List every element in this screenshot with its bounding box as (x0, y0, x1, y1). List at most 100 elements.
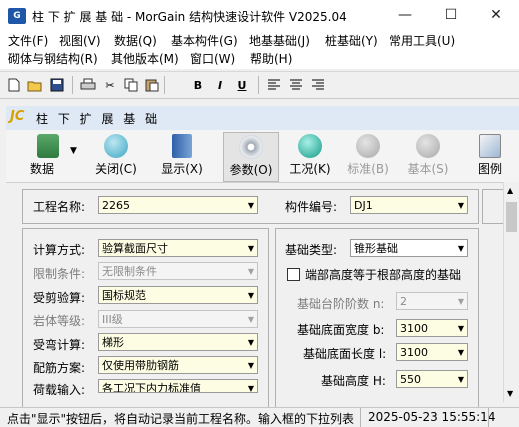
shear-check-combo[interactable]: 国标规范 ▼ (98, 286, 258, 304)
database-icon (37, 134, 59, 158)
standard-toolbar: ✂ B I U (0, 71, 519, 99)
calc-method-combo[interactable]: 验算截面尺寸 ▼ (98, 239, 258, 257)
reinforcement-scheme-label: 配筋方案: (33, 361, 86, 375)
bending-calc-combo[interactable]: 梯形 ▼ (98, 333, 258, 351)
new-file-icon[interactable] (4, 75, 24, 95)
equal-height-label: 端部高度等于根部高度的基础 (305, 268, 462, 282)
menu-other-versions[interactable]: 其他版本(M) (111, 51, 179, 68)
foundation-height-label: 基础高度 H: (321, 374, 386, 388)
legend-icon (479, 134, 501, 158)
grey-sphere-icon (416, 134, 440, 158)
align-left-icon[interactable] (264, 75, 284, 95)
equal-height-checkbox[interactable] (287, 268, 300, 281)
bending-calc-label: 受弯计算: (33, 338, 86, 352)
menu-bar: 文件(F) 视图(V) 数据(Q) 基本构件(G) 地基基础(J) 桩基础(Y)… (0, 31, 519, 69)
load-case-button[interactable]: 工况(K) (286, 132, 334, 180)
menu-foundation[interactable]: 地基基础(J) (249, 33, 310, 50)
dropdown-arrow-icon[interactable]: ▼ (248, 287, 254, 303)
dropdown-arrow-icon: ▼ (247, 267, 254, 276)
bold-button[interactable]: B (188, 75, 208, 95)
grey-sphere-icon (356, 134, 380, 158)
cut-icon[interactable]: ✂ (100, 75, 120, 95)
calc-method-label: 计算方式: (33, 243, 86, 257)
align-center-icon[interactable] (286, 75, 306, 95)
save-icon[interactable] (47, 75, 67, 95)
dropdown-arrow-icon[interactable]: ▼ (248, 240, 254, 256)
rock-grade-label: 岩体等级: (33, 314, 86, 328)
app-logo-icon: G (8, 8, 26, 24)
menu-tools[interactable]: 常用工具(U) (389, 33, 455, 50)
parameters-button[interactable]: 参数(O) (223, 132, 279, 182)
menu-pile-foundation[interactable]: 桩基础(Y) (325, 33, 378, 50)
standard-button[interactable]: 标准(B) (344, 132, 392, 180)
dropdown-arrow-icon[interactable]: ▼ (248, 334, 254, 350)
dropdown-arrow-icon[interactable]: ▼ (458, 371, 464, 387)
menu-file[interactable]: 文件(F) (8, 33, 48, 50)
basic-button[interactable]: 基本(S) (404, 132, 452, 180)
toolbar-separator (164, 76, 165, 94)
menu-view[interactable]: 视图(V) (59, 33, 101, 50)
dropdown-arrow-icon: ▼ (457, 297, 464, 306)
load-input-combo[interactable]: 各工况下内力标准值 ▼ (98, 379, 258, 393)
underline-button[interactable]: U (232, 75, 252, 95)
display-button[interactable]: 显示(X) (158, 132, 206, 180)
foundation-type-combo[interactable]: 锥形基础 ▼ (350, 239, 468, 257)
foundation-height-combo[interactable]: 550 ▼ (396, 370, 468, 388)
side-groupbox (482, 189, 504, 224)
menu-basic-members[interactable]: 基本构件(G) (171, 33, 238, 50)
italic-button[interactable]: I (210, 75, 230, 95)
menu-masonry-steel[interactable]: 砌体与钢结构(R) (8, 51, 98, 68)
load-input-label: 荷载输入: (33, 383, 86, 395)
base-length-label: 基础底面长度 l: (303, 347, 387, 361)
status-divider (360, 408, 361, 427)
shear-check-label: 受剪验算: (33, 291, 86, 305)
toolbar-separator (258, 76, 259, 94)
step-count-label: 基础台阶阶数 n: (297, 297, 385, 311)
disc-icon (239, 135, 263, 159)
status-bar: 点击"显示"按钮后，将自动记录当前工程名称。输入框的下拉列表 2025-05-2… (0, 407, 519, 427)
print-icon[interactable] (78, 75, 98, 95)
vertical-scrollbar[interactable]: ▲ ▼ (503, 182, 519, 402)
dropdown-arrow-icon[interactable]: ▼ (248, 380, 254, 392)
data-button[interactable]: 数据 ▼ (16, 132, 80, 180)
dropdown-arrow-icon: ▼ (247, 315, 254, 324)
project-name-label: 工程名称: (33, 200, 86, 214)
base-width-label: 基础底面宽度 b: (297, 323, 385, 337)
limit-condition-label: 限制条件: (33, 267, 86, 281)
dropdown-arrow-icon[interactable]: ▼ (458, 240, 464, 256)
menu-help[interactable]: 帮助(H) (250, 51, 292, 68)
step-count-combo: 2 ▼ (396, 292, 468, 310)
menu-data[interactable]: 数据(Q) (114, 33, 157, 50)
base-width-combo[interactable]: 3100 ▼ (396, 319, 468, 337)
scroll-down-arrow-icon[interactable]: ▼ (507, 389, 513, 398)
dropdown-arrow-icon[interactable]: ▼ (248, 197, 254, 213)
book-icon (172, 134, 192, 158)
minimize-button[interactable]: — (382, 0, 428, 31)
base-length-combo[interactable]: 3100 ▼ (396, 343, 468, 361)
close-module-button[interactable]: 关闭(C) (92, 132, 140, 180)
dropdown-arrow-icon[interactable]: ▼ (458, 320, 464, 336)
reinforcement-scheme-combo[interactable]: 仅使用带肋钢筋 ▼ (98, 356, 258, 374)
paste-icon[interactable] (142, 75, 162, 95)
chevron-down-icon[interactable]: ▼ (70, 146, 77, 156)
close-disc-icon (104, 134, 128, 158)
dropdown-arrow-icon[interactable]: ▼ (458, 197, 464, 213)
maximize-button[interactable]: ☐ (428, 0, 474, 31)
jc-badge: JC (10, 109, 25, 124)
menu-window[interactable]: 窗口(W) (190, 51, 235, 68)
copy-icon[interactable] (121, 75, 141, 95)
align-right-icon[interactable] (308, 75, 328, 95)
open-folder-icon[interactable] (25, 75, 45, 95)
dropdown-arrow-icon[interactable]: ▼ (458, 344, 464, 360)
legend-button[interactable]: 图例 (470, 132, 510, 180)
dropdown-arrow-icon[interactable]: ▼ (248, 357, 254, 373)
panel-title: 柱 下 扩 展 基 础 (36, 112, 161, 126)
limit-condition-combo: 无限制条件 ▼ (98, 262, 258, 280)
close-button[interactable]: ✕ (473, 0, 519, 31)
scrollbar-thumb[interactable] (506, 202, 517, 232)
window-title: 柱 下 扩 展 基 础 - MorGain 结构快速设计软件 V2025.04 (32, 10, 347, 24)
scroll-up-arrow-icon[interactable]: ▲ (507, 186, 513, 195)
status-divider (488, 408, 489, 427)
member-id-combo[interactable]: DJ1 ▼ (350, 196, 468, 214)
project-name-combo[interactable]: 2265 ▼ (98, 196, 258, 214)
